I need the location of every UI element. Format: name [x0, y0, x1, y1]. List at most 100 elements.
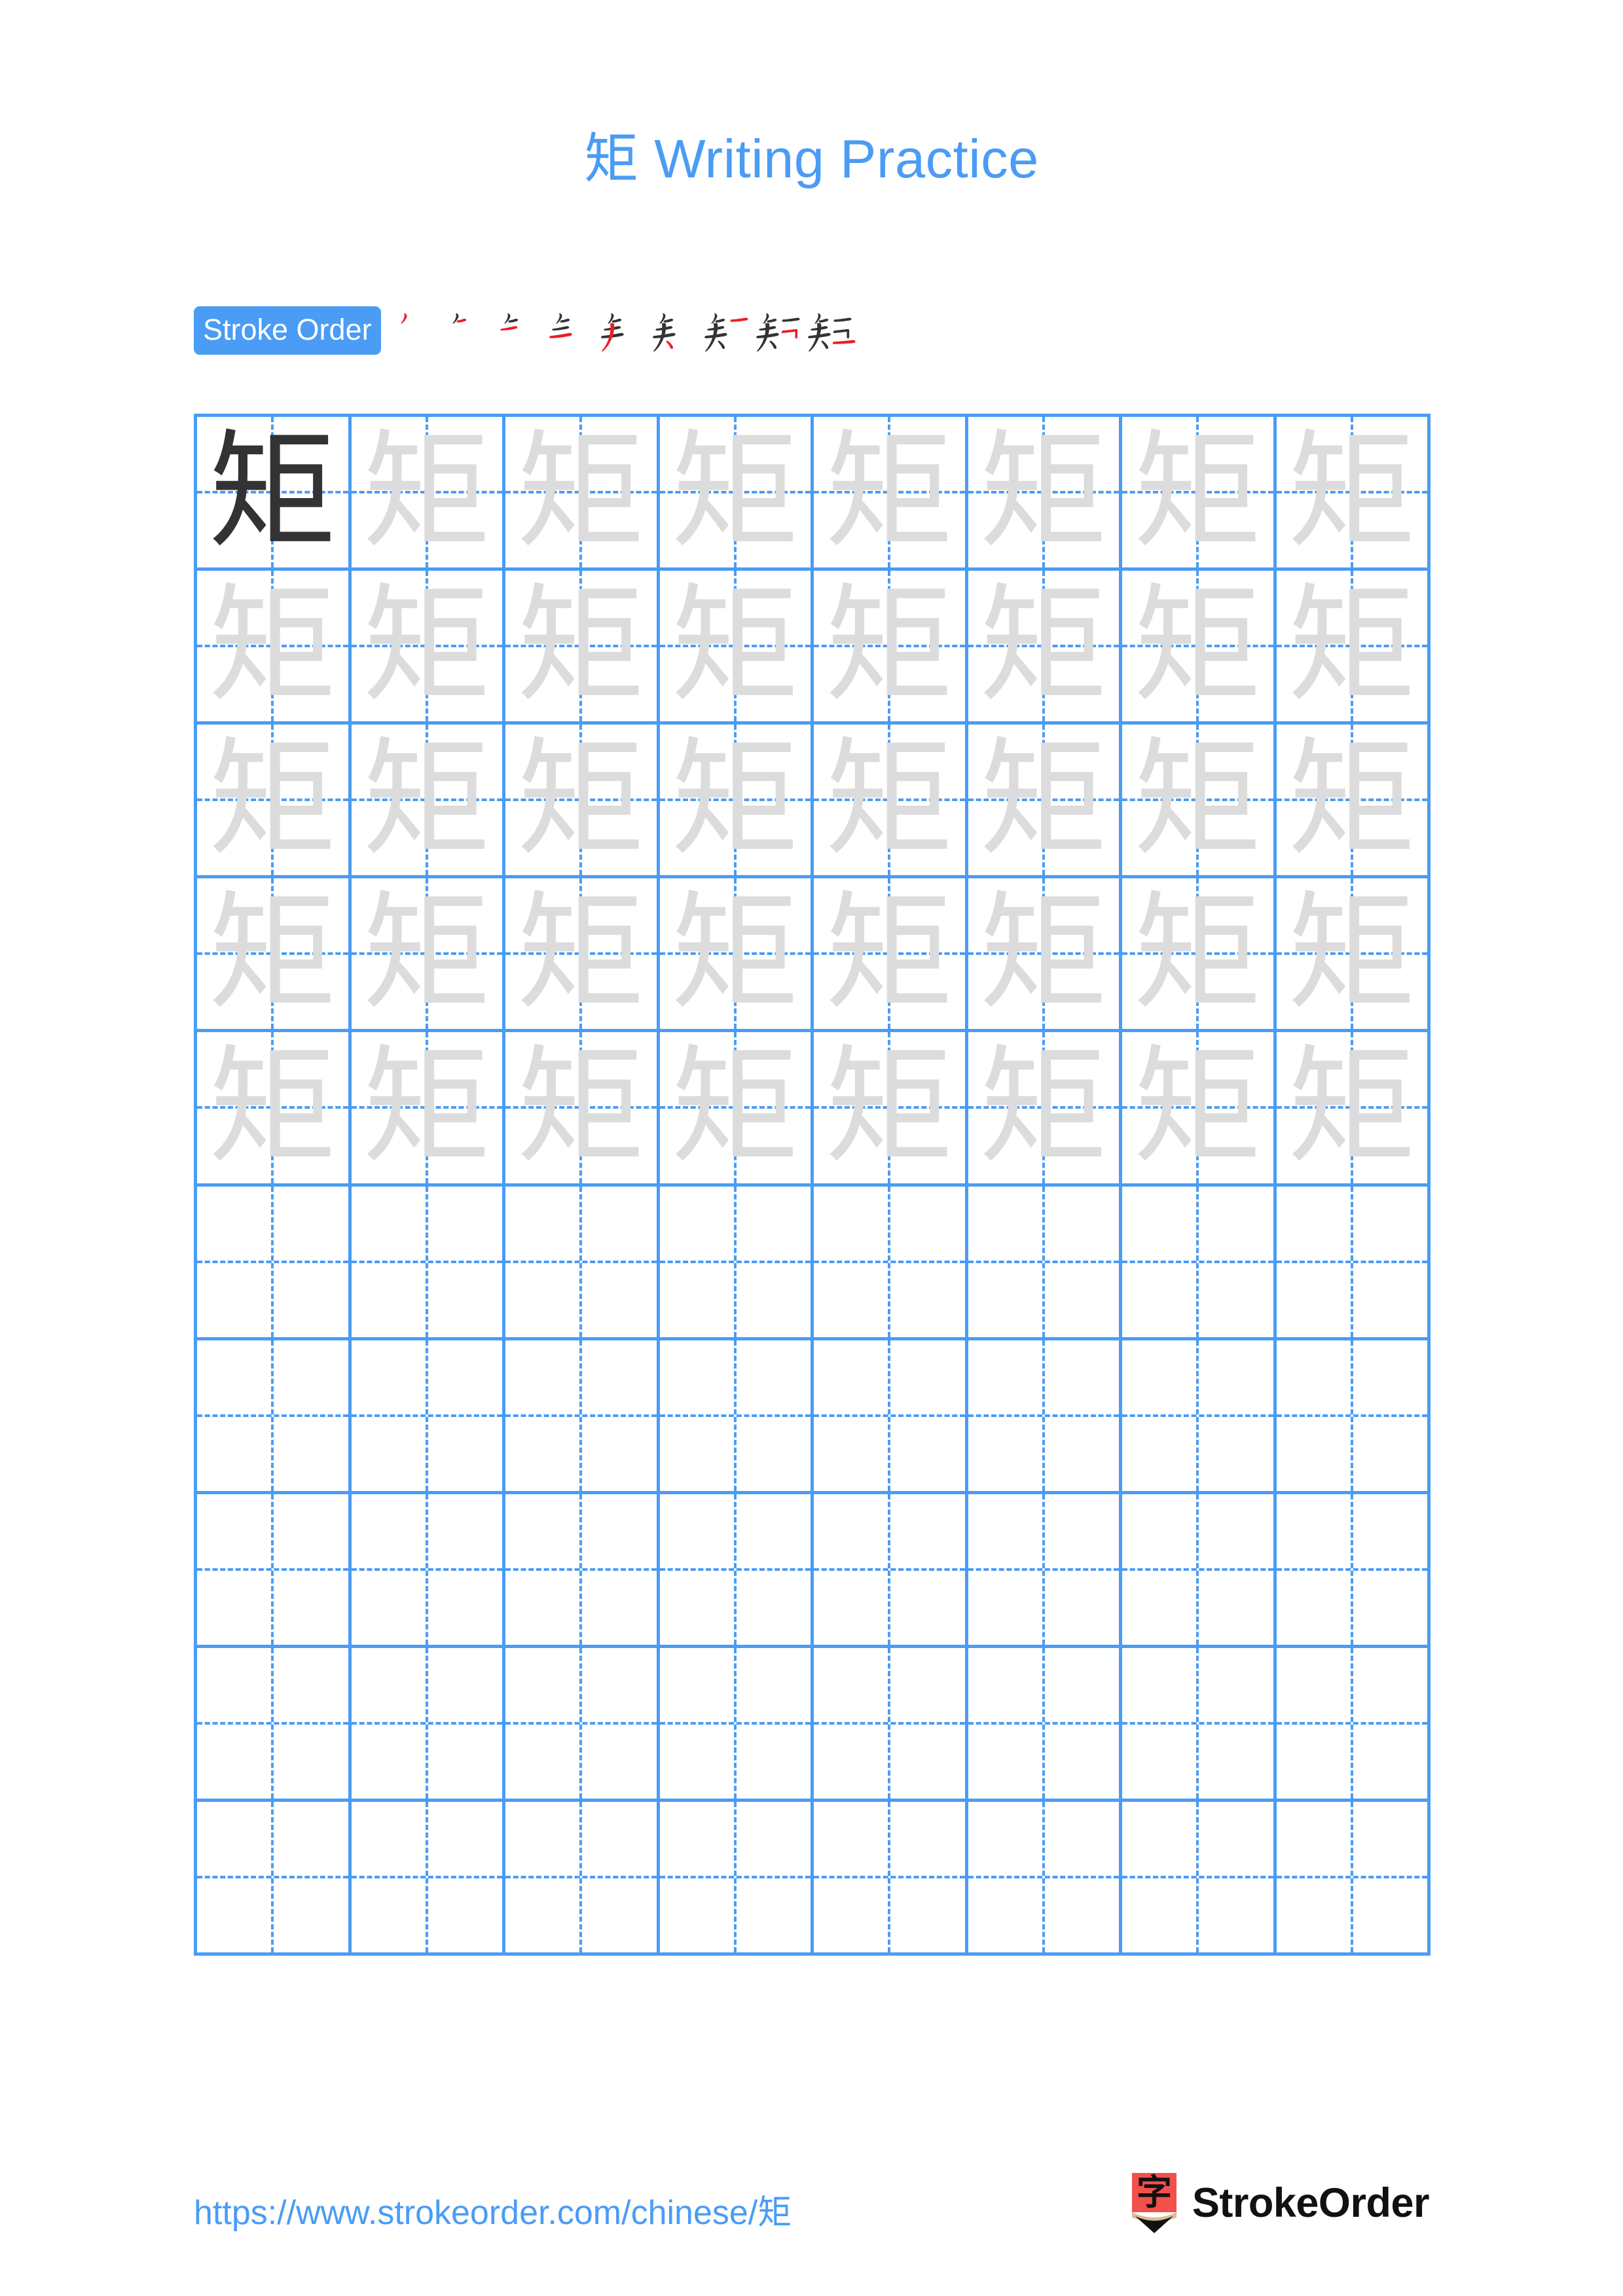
grid-cell[interactable]: [1122, 1186, 1277, 1340]
trace-character: 矩: [208, 571, 337, 721]
grid-cell[interactable]: [814, 1801, 968, 1956]
trace-character: 矩: [979, 1033, 1108, 1183]
grid-cell[interactable]: [1276, 1186, 1431, 1340]
grid-cell[interactable]: [197, 1647, 352, 1802]
grid-cell[interactable]: 矩: [505, 1032, 660, 1187]
grid-cell[interactable]: 矩: [814, 725, 968, 879]
trace-character: 矩: [825, 725, 954, 875]
grid-cell[interactable]: [1276, 1647, 1431, 1802]
grid-cell[interactable]: 矩: [1122, 1032, 1277, 1187]
grid-cell[interactable]: [659, 1494, 814, 1648]
grid-cell[interactable]: [351, 1647, 505, 1802]
grid-cell[interactable]: [1276, 1801, 1431, 1956]
trace-character: 矩: [517, 725, 646, 875]
stroke-order-section: Stroke Order: [194, 300, 856, 361]
grid-cell[interactable]: 矩: [1276, 1032, 1431, 1187]
pencil-zi-icon: 字: [1131, 2172, 1176, 2233]
grid-cell[interactable]: [351, 1340, 505, 1494]
grid-cell[interactable]: 矩: [968, 417, 1122, 571]
grid-cell[interactable]: 矩: [197, 1032, 352, 1187]
trace-character: 矩: [517, 571, 646, 721]
grid-cell[interactable]: 矩: [814, 417, 968, 571]
grid-cell[interactable]: 矩: [968, 1032, 1122, 1187]
grid-cell[interactable]: [814, 1340, 968, 1494]
grid-cell[interactable]: 矩: [968, 725, 1122, 879]
grid-cell[interactable]: [351, 1494, 505, 1648]
grid-cell[interactable]: 矩: [1276, 571, 1431, 725]
trace-character: 矩: [979, 571, 1108, 721]
grid-cell[interactable]: [1122, 1494, 1277, 1648]
grid-cell[interactable]: [197, 1494, 352, 1648]
grid-cell[interactable]: [505, 1186, 660, 1340]
grid-cell[interactable]: [505, 1801, 660, 1956]
grid-cell[interactable]: [351, 1801, 505, 1956]
grid-cell[interactable]: 矩: [197, 725, 352, 879]
grid-cell[interactable]: [814, 1186, 968, 1340]
grid-cell[interactable]: [351, 1186, 505, 1340]
grid-cell[interactable]: 矩: [659, 878, 814, 1033]
trace-character: 矩: [517, 1033, 646, 1183]
grid-cell[interactable]: 矩: [814, 1032, 968, 1187]
grid-cell[interactable]: 矩: [351, 571, 505, 725]
grid-cell[interactable]: 矩: [659, 725, 814, 879]
grid-cell[interactable]: [659, 1186, 814, 1340]
grid-cell[interactable]: 矩: [351, 878, 505, 1033]
grid-cell[interactable]: 矩: [1122, 417, 1277, 571]
grid-cell[interactable]: 矩: [968, 878, 1122, 1033]
grid-cell[interactable]: [968, 1340, 1122, 1494]
grid-cell[interactable]: [659, 1340, 814, 1494]
grid-cell[interactable]: [1276, 1340, 1431, 1494]
grid-cell[interactable]: [197, 1340, 352, 1494]
grid-cell[interactable]: [1122, 1647, 1277, 1802]
grid-cell[interactable]: 矩: [968, 571, 1122, 725]
grid-cell[interactable]: 矩: [659, 417, 814, 571]
grid-cell[interactable]: 矩: [1122, 878, 1277, 1033]
grid-cell[interactable]: 矩: [505, 571, 660, 725]
grid-cell[interactable]: [505, 1494, 660, 1648]
grid-cell[interactable]: [1122, 1801, 1277, 1956]
grid-cell[interactable]: [197, 1186, 352, 1340]
grid-cell[interactable]: [1122, 1340, 1277, 1494]
grid-cell[interactable]: 矩: [814, 878, 968, 1033]
grid-cell[interactable]: [659, 1801, 814, 1956]
trace-character: 矩: [1133, 879, 1262, 1029]
grid-cell[interactable]: 矩: [197, 417, 352, 571]
grid-cell[interactable]: 矩: [351, 1032, 505, 1187]
stroke-step-6: [652, 313, 676, 352]
grid-cell[interactable]: 矩: [505, 878, 660, 1033]
grid-cell[interactable]: 矩: [814, 571, 968, 725]
grid-cell[interactable]: 矩: [505, 725, 660, 879]
grid-cell[interactable]: [197, 1801, 352, 1956]
grid-cell[interactable]: 矩: [659, 1032, 814, 1187]
grid-cell[interactable]: [968, 1186, 1122, 1340]
trace-character: 矩: [1287, 725, 1416, 875]
grid-cell[interactable]: [1276, 1494, 1431, 1648]
source-url[interactable]: https://www.strokeorder.com/chinese/矩: [194, 2185, 792, 2234]
trace-character: 矩: [362, 1033, 491, 1183]
grid-cell[interactable]: [505, 1647, 660, 1802]
grid-cell[interactable]: 矩: [197, 878, 352, 1033]
svg-text:字: 字: [1137, 2172, 1172, 2213]
grid-cell[interactable]: [968, 1801, 1122, 1956]
grid-cell[interactable]: 矩: [197, 571, 352, 725]
grid-cell[interactable]: 矩: [351, 417, 505, 571]
grid-cell[interactable]: [814, 1494, 968, 1648]
grid-cell[interactable]: [659, 1647, 814, 1802]
grid-cell[interactable]: 矩: [505, 417, 660, 571]
grid-cell[interactable]: 矩: [1122, 725, 1277, 879]
trace-character: 矩: [670, 418, 799, 567]
stroke-order-badge: Stroke Order: [194, 306, 381, 355]
grid-cell[interactable]: 矩: [351, 725, 505, 879]
grid-cell[interactable]: [968, 1494, 1122, 1648]
stroke-step-5: [600, 313, 624, 352]
trace-character: 矩: [670, 1033, 799, 1183]
grid-cell[interactable]: 矩: [659, 571, 814, 725]
grid-cell[interactable]: 矩: [1276, 878, 1431, 1033]
grid-cell[interactable]: 矩: [1276, 725, 1431, 879]
grid-cell[interactable]: 矩: [1276, 417, 1431, 571]
grid-cell[interactable]: [505, 1340, 660, 1494]
grid-cell[interactable]: [814, 1647, 968, 1802]
trace-character: 矩: [362, 571, 491, 721]
grid-cell[interactable]: [968, 1647, 1122, 1802]
grid-cell[interactable]: 矩: [1122, 571, 1277, 725]
